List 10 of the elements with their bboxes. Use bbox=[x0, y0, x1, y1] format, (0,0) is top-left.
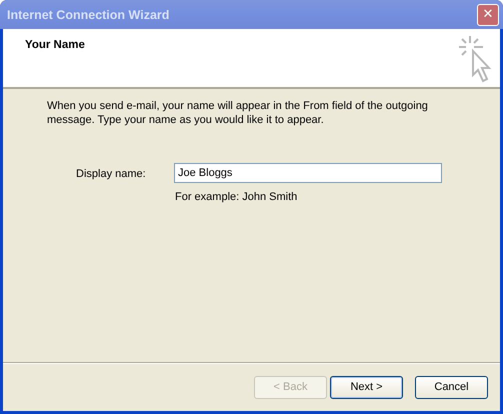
wizard-button[interactable]: Cancel bbox=[415, 376, 488, 398]
close-button[interactable]: ✕ bbox=[477, 4, 499, 26]
field-label: Display name: bbox=[76, 168, 147, 182]
page-title: Your Name bbox=[25, 39, 85, 53]
display-name-field[interactable]: Joe Bloggs bbox=[174, 163, 442, 183]
window-title: Internet Connection Wizard bbox=[7, 8, 170, 22]
cursor-sparkle-icon bbox=[458, 35, 492, 83]
example-text: For example: John Smith bbox=[175, 191, 298, 203]
wizard-button[interactable]: Next > bbox=[330, 376, 403, 398]
instruction-text: When you send e-mail, your name will appear in the From field of the outgoing message. Type your name as you would like it to appear. bbox=[47, 99, 429, 127]
